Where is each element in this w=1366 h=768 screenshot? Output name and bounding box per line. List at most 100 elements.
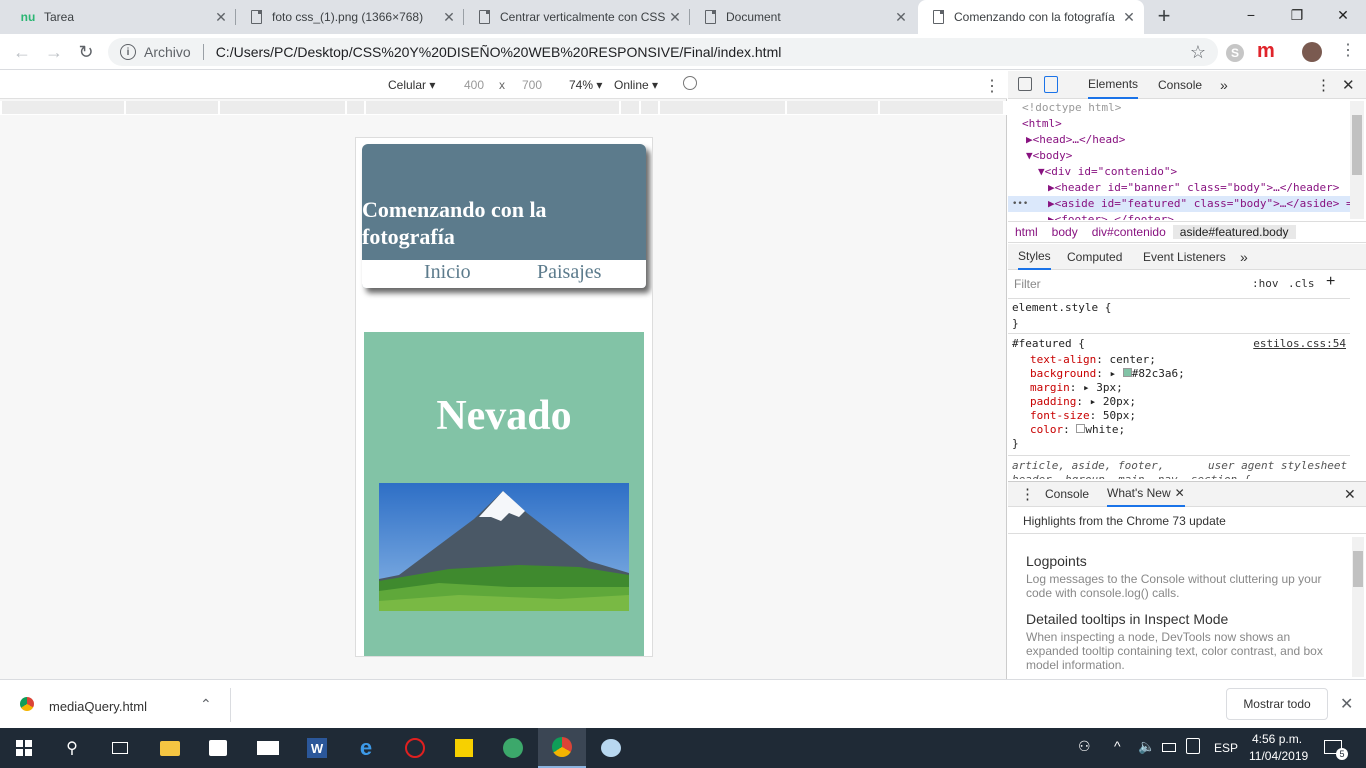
- zoom-select[interactable]: 74% ▾: [569, 78, 602, 92]
- menu-kebab-icon[interactable]: ⋮: [1340, 40, 1356, 60]
- file-explorer-icon[interactable]: [146, 728, 194, 768]
- decl-text-align[interactable]: text-align: center;: [1030, 353, 1156, 366]
- crumb-html[interactable]: html: [1008, 225, 1045, 239]
- new-tab-button[interactable]: +: [1152, 3, 1176, 28]
- height-input[interactable]: 700: [522, 78, 542, 92]
- decl-padding[interactable]: padding: ▸ 20px;: [1030, 395, 1136, 408]
- drawer-scrollbar[interactable]: [1352, 537, 1364, 677]
- dom-line[interactable]: ▼<body>: [1026, 148, 1072, 164]
- back-button[interactable]: ←: [10, 40, 34, 64]
- clock-time[interactable]: 4:56 p.m.: [1252, 732, 1302, 746]
- devtools-menu-icon[interactable]: ⋮: [1316, 71, 1331, 99]
- decl-color[interactable]: color: white;: [1030, 423, 1125, 436]
- decl-background[interactable]: background: ▸ #82c3a6;: [1030, 367, 1185, 380]
- dom-line[interactable]: ▶<head>…</head>: [1026, 132, 1125, 148]
- extension-m-icon[interactable]: m: [1257, 40, 1275, 63]
- rule-source-link[interactable]: estilos.css:54: [1253, 337, 1346, 350]
- tab-computed[interactable]: Computed: [1067, 244, 1122, 270]
- language-indicator[interactable]: ESP: [1214, 741, 1238, 755]
- hov-toggle[interactable]: :hov: [1252, 277, 1279, 290]
- tab-tarea[interactable]: nu Tarea ✕: [8, 0, 236, 34]
- tab-event-listeners[interactable]: Event Listeners: [1143, 244, 1226, 270]
- avatar[interactable]: [1302, 42, 1322, 62]
- battery-icon[interactable]: [1162, 743, 1176, 752]
- tab-comenzando[interactable]: Comenzando con la fotografía ✕: [918, 0, 1144, 34]
- tab-centrar[interactable]: Centrar verticalmente con CSS ✕: [464, 0, 690, 34]
- rotate-icon[interactable]: [683, 76, 697, 90]
- sticky-notes-icon[interactable]: [440, 728, 488, 768]
- tab-elements[interactable]: Elements: [1088, 71, 1139, 99]
- paint-icon[interactable]: [587, 728, 635, 768]
- media-query-bar[interactable]: [0, 101, 1007, 115]
- drawer-menu-icon[interactable]: ⋮: [1020, 481, 1035, 507]
- minimize-button[interactable]: −: [1228, 0, 1274, 30]
- devtools-close-icon[interactable]: ✕: [1342, 71, 1355, 99]
- crumb-body[interactable]: body: [1045, 225, 1085, 239]
- search-icon[interactable]: ⚲: [48, 728, 96, 768]
- close-tab-icon[interactable]: ✕: [440, 8, 458, 26]
- width-input[interactable]: 400: [464, 78, 484, 92]
- edge-icon[interactable]: e: [342, 728, 390, 768]
- dom-line-selected[interactable]: ▶<aside id="featured" class="body">…</as…: [1048, 196, 1350, 212]
- tab-document[interactable]: Document ✕: [690, 0, 916, 34]
- cls-toggle[interactable]: .cls: [1288, 277, 1315, 290]
- crumb-aside[interactable]: aside#featured.body: [1172, 225, 1296, 239]
- element-style-rule[interactable]: element.style {: [1012, 301, 1111, 314]
- drawer-tab-whats-new[interactable]: What's New ✕: [1107, 481, 1185, 507]
- close-window-button[interactable]: ✕: [1320, 0, 1366, 30]
- menu-paisajes-link[interactable]: Paisajes: [537, 261, 601, 284]
- tab-foto-css[interactable]: foto css_(1).png (1366×768) ✕: [236, 0, 464, 34]
- forward-button[interactable]: →: [42, 40, 66, 64]
- chevron-up-tray-icon[interactable]: ^: [1114, 738, 1121, 754]
- rule-selector[interactable]: #featured {: [1012, 337, 1085, 350]
- more-sidebar-icon[interactable]: »: [1240, 244, 1248, 270]
- close-tab-icon[interactable]: ✕: [666, 8, 684, 26]
- dom-line[interactable]: <!doctype html>: [1022, 100, 1121, 116]
- tab-console[interactable]: Console: [1158, 71, 1202, 99]
- close-whats-new-icon[interactable]: ✕: [1175, 486, 1185, 500]
- network-select[interactable]: Online ▾: [614, 78, 658, 92]
- people-icon[interactable]: ⚇: [1078, 738, 1091, 755]
- close-download-bar-icon[interactable]: ✕: [1340, 694, 1353, 714]
- color-swatch[interactable]: [1122, 368, 1132, 377]
- maximize-button[interactable]: ❐: [1274, 0, 1320, 30]
- device-menu-icon[interactable]: ⋮: [984, 76, 1000, 96]
- drawer-close-icon[interactable]: ✕: [1344, 481, 1356, 507]
- more-tabs-icon[interactable]: »: [1220, 71, 1228, 99]
- windows-start-icon[interactable]: [0, 728, 48, 768]
- word-icon[interactable]: W: [293, 728, 341, 768]
- decl-margin[interactable]: margin: ▸ 3px;: [1030, 381, 1123, 394]
- add-rule-icon[interactable]: +: [1326, 273, 1335, 291]
- atom-icon[interactable]: [489, 728, 537, 768]
- device-select[interactable]: Celular ▾: [388, 78, 435, 92]
- close-tab-icon[interactable]: ✕: [212, 8, 230, 26]
- dom-line[interactable]: ▼<div id="contenido">: [1038, 164, 1177, 180]
- styles-filter-input[interactable]: Filter: [1014, 277, 1242, 293]
- show-all-button[interactable]: Mostrar todo: [1226, 688, 1328, 720]
- inspect-icon[interactable]: [1018, 77, 1032, 91]
- dom-line[interactable]: <html>: [1022, 116, 1062, 132]
- skype-icon[interactable]: S: [1226, 44, 1244, 62]
- tab-styles[interactable]: Styles: [1018, 244, 1051, 270]
- star-icon[interactable]: ☆: [1190, 42, 1206, 63]
- logpoints-title[interactable]: Logpoints: [1026, 553, 1326, 569]
- download-filename[interactable]: mediaQuery.html: [49, 699, 147, 714]
- clock-date[interactable]: 11/04/2019: [1249, 749, 1308, 763]
- store-icon[interactable]: [194, 728, 242, 768]
- reload-button[interactable]: ↻: [74, 40, 98, 64]
- dom-line[interactable]: ▶<footer>…</footer>: [1048, 212, 1174, 220]
- volume-icon[interactable]: 🔈: [1138, 738, 1155, 755]
- device-mode-icon[interactable]: [1044, 76, 1058, 93]
- app-red-icon[interactable]: [391, 728, 439, 768]
- task-view-icon[interactable]: [96, 728, 144, 768]
- tooltips-title[interactable]: Detailed tooltips in Inspect Mode: [1026, 611, 1326, 627]
- menu-inicio-link[interactable]: Inicio: [424, 261, 471, 284]
- dom-line[interactable]: ▶<header id="banner" class="body">…</hea…: [1048, 180, 1339, 196]
- dom-ellipsis[interactable]: •••: [1012, 196, 1028, 212]
- close-tab-icon[interactable]: ✕: [1120, 8, 1138, 26]
- network-icon[interactable]: [1186, 738, 1200, 754]
- info-icon[interactable]: i: [120, 44, 136, 60]
- crumb-div[interactable]: div#contenido: [1085, 225, 1173, 239]
- decl-font-size[interactable]: font-size: 50px;: [1030, 409, 1136, 422]
- address-bar[interactable]: i Archivo C:/Users/PC/Desktop/CSS%20Y%20…: [108, 38, 1218, 66]
